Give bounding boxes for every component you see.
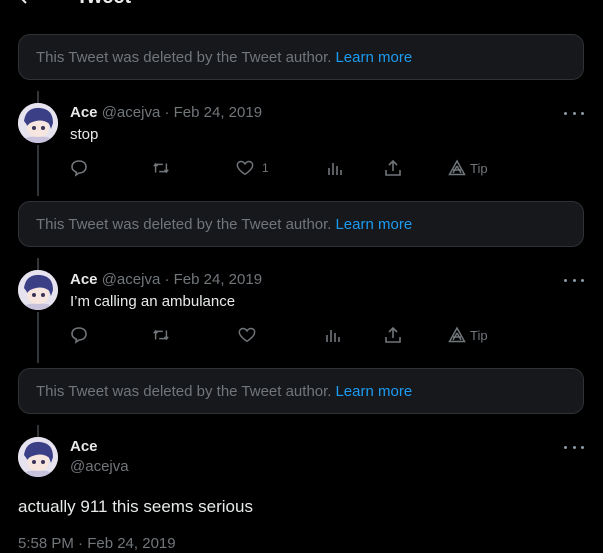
- share-button[interactable]: [384, 158, 402, 178]
- tweet-text: stop: [70, 126, 99, 143]
- tweet-text: I’m calling an ambulance: [70, 293, 236, 310]
- share-button[interactable]: [384, 325, 402, 345]
- reply-icon: [71, 160, 87, 177]
- top-header: Tweet: [0, 0, 603, 10]
- heart-icon: [238, 327, 256, 343]
- tweet-header: Ace @acejva · Feb 24, 2019: [70, 271, 262, 288]
- arrow-left-icon[interactable]: [18, 0, 36, 4]
- tip-icon: [448, 326, 466, 343]
- views-icon: [326, 330, 340, 342]
- reply-button[interactable]: [70, 158, 88, 178]
- author-handle[interactable]: @acejva: [70, 458, 129, 475]
- thread-connector: [37, 91, 39, 103]
- retweet-icon: [153, 329, 169, 341]
- tweet-date[interactable]: Feb 24, 2019: [174, 271, 262, 288]
- tip-button[interactable]: Tip: [448, 158, 488, 178]
- tweet-actions: 1 Tip: [70, 158, 500, 178]
- author-handle[interactable]: @acejva: [102, 104, 161, 121]
- more-horizontal-icon[interactable]: [564, 444, 584, 450]
- more-horizontal-icon[interactable]: [564, 110, 584, 116]
- thread-connector: [37, 425, 39, 437]
- retweet-icon: [153, 162, 169, 174]
- deleted-tweet-notice: This Tweet was deleted by the Tweet auth…: [18, 368, 584, 414]
- separator-dot: ·: [164, 104, 170, 121]
- share-icon: [385, 326, 401, 343]
- deleted-tweet-notice: This Tweet was deleted by the Tweet auth…: [18, 201, 584, 247]
- page-title: Tweet: [76, 0, 131, 9]
- views-icon: [328, 163, 342, 175]
- thread-connector: [37, 145, 39, 196]
- retweet-button[interactable]: [152, 325, 170, 345]
- deleted-notice-text: This Tweet was deleted by the Tweet auth…: [36, 215, 332, 233]
- tip-icon: [448, 159, 466, 176]
- author-name[interactable]: Ace: [70, 104, 98, 121]
- tweet-date[interactable]: Feb 24, 2019: [174, 104, 262, 121]
- learn-more-link[interactable]: Learn more: [335, 216, 412, 233]
- learn-more-link[interactable]: Learn more: [335, 49, 412, 66]
- deleted-notice-text: This Tweet was deleted by the Tweet auth…: [36, 48, 332, 66]
- avatar[interactable]: [18, 270, 58, 310]
- tip-button[interactable]: Tip: [448, 325, 488, 345]
- author-name[interactable]: Ace: [70, 438, 98, 455]
- views-button[interactable]: [326, 158, 344, 178]
- share-icon: [385, 159, 401, 176]
- thread-connector: [37, 258, 39, 270]
- reply-icon: [71, 327, 87, 344]
- separator-dot: ·: [164, 271, 170, 288]
- retweet-button[interactable]: [152, 158, 170, 178]
- avatar[interactable]: [18, 437, 58, 477]
- tip-label: Tip: [470, 327, 488, 343]
- learn-more-link[interactable]: Learn more: [335, 383, 412, 400]
- reply-button[interactable]: [70, 325, 88, 345]
- like-count: 1: [262, 161, 269, 175]
- thread-connector: [37, 312, 39, 363]
- tweet-header: Ace @acejva · Feb 24, 2019: [70, 104, 262, 121]
- tip-label: Tip: [470, 160, 488, 176]
- avatar[interactable]: [18, 103, 58, 143]
- author-name[interactable]: Ace: [70, 271, 98, 288]
- author-handle[interactable]: @acejva: [102, 271, 161, 288]
- views-button[interactable]: [324, 325, 342, 345]
- deleted-tweet-notice: This Tweet was deleted by the Tweet auth…: [18, 34, 584, 80]
- heart-icon: [236, 160, 254, 176]
- main-tweet-text: actually 911 this seems serious: [18, 497, 253, 516]
- like-button[interactable]: 1: [236, 158, 269, 178]
- deleted-notice-text: This Tweet was deleted by the Tweet auth…: [36, 382, 332, 400]
- like-button[interactable]: [238, 325, 264, 345]
- more-horizontal-icon[interactable]: [564, 277, 584, 283]
- tweet-timestamp[interactable]: 5:58 PM · Feb 24, 2019: [18, 535, 176, 552]
- tweet-actions: Tip: [70, 325, 500, 345]
